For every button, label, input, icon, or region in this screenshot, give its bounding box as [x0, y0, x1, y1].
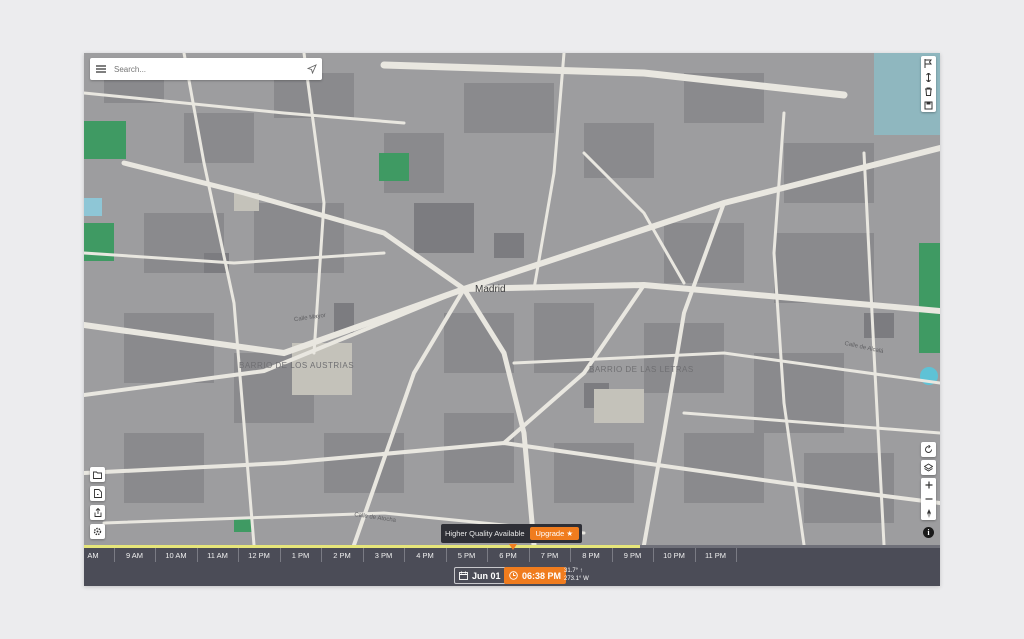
night-bar	[640, 545, 940, 548]
date-picker[interactable]: Jun 01	[454, 567, 506, 584]
menu-icon[interactable]	[90, 58, 112, 80]
timeline-tick	[528, 548, 530, 562]
timeline-tick	[362, 548, 364, 562]
timeline-hour-label[interactable]: 2 PM	[333, 551, 351, 560]
bottom-panel: Jun 01 06:38 PM 31.7° ↑ 273.1° W	[84, 565, 940, 586]
timeline-hour-label[interactable]: AM	[87, 551, 98, 560]
layers-icon[interactable]	[921, 460, 936, 475]
timeline-hour-label[interactable]: 5 PM	[458, 551, 476, 560]
timeline-tick	[321, 548, 323, 562]
timeline-hour-label[interactable]: 8 PM	[582, 551, 600, 560]
rotate-icon[interactable]	[921, 442, 936, 457]
file-export-icon[interactable]	[90, 486, 105, 501]
timeline-hour-label[interactable]: 12 PM	[248, 551, 270, 560]
bottom-left-toolbar	[90, 467, 105, 539]
district-label: BARRIO DE LOS AUSTRIAS	[239, 361, 355, 370]
settings-icon[interactable]	[90, 524, 105, 539]
timeline[interactable]: AM 9 AM 10 AM 11 AM 12 PM 1 PM 2 PM 3 PM 4 PM 5 P…	[84, 544, 940, 565]
timeline-hour-label[interactable]: 4 PM	[416, 551, 434, 560]
sun-elevation: 31.7° ↑	[564, 568, 583, 574]
time-marker[interactable]	[509, 544, 517, 550]
quality-banner-text: Higher Quality Available	[445, 529, 525, 538]
trash-icon[interactable]	[921, 84, 936, 98]
timeline-tick	[694, 548, 696, 562]
timeline-hour-label[interactable]: 7 PM	[541, 551, 559, 560]
timeline-hour-label[interactable]: 11 PM	[705, 551, 726, 560]
timeline-hour-label[interactable]: 10 PM	[663, 551, 685, 560]
district-label: BARRIO DE LAS LETRAS	[589, 365, 694, 374]
timeline-hour-label[interactable]: 10 AM	[165, 551, 186, 560]
sun-position: 31.7° ↑ 273.1° W	[564, 567, 589, 583]
clock-icon	[509, 571, 518, 580]
timeline-tick	[570, 548, 572, 562]
time-picker[interactable]: 06:38 PM	[504, 567, 567, 584]
share-icon[interactable]	[90, 505, 105, 520]
zoom-out-icon[interactable]	[921, 492, 936, 506]
timeline-tick	[238, 548, 240, 562]
time-value: 06:38 PM	[522, 570, 562, 581]
city-label: Madrid	[475, 284, 506, 295]
timeline-hour-label[interactable]: 1 PM	[292, 551, 310, 560]
timeline-tick	[736, 548, 738, 562]
search-bar	[90, 58, 322, 80]
timeline-tick	[611, 548, 613, 562]
timeline-tick	[155, 548, 157, 562]
zoom-in-icon[interactable]	[921, 478, 936, 492]
timeline-tick	[113, 548, 115, 562]
timeline-hour-label[interactable]: 6 PM	[499, 551, 517, 560]
timeline-tick	[279, 548, 281, 562]
app-window: Madrid BARRIO DE LOS AUSTRIAS BARRIO DE …	[84, 53, 940, 586]
date-value: Jun 01	[472, 570, 501, 581]
zoom-controls	[921, 478, 936, 520]
folder-icon[interactable]	[90, 467, 105, 482]
top-right-toolbar	[921, 56, 936, 112]
bottom-right-toolbar	[921, 442, 936, 520]
map-base	[84, 53, 940, 545]
info-icon[interactable]: i	[923, 527, 934, 538]
send-icon[interactable]	[302, 58, 322, 80]
timeline-hour-label[interactable]: 9 AM	[126, 551, 143, 560]
compass-icon[interactable]	[921, 506, 936, 520]
timeline-tick	[653, 548, 655, 562]
height-icon[interactable]	[921, 70, 936, 84]
quality-banner: Higher Quality Available Upgrade ★	[441, 524, 583, 543]
calendar-icon	[459, 571, 468, 580]
upgrade-button[interactable]: Upgrade ★	[529, 527, 580, 540]
map-canvas[interactable]: Madrid BARRIO DE LOS AUSTRIAS BARRIO DE …	[84, 53, 940, 545]
timeline-hour-label[interactable]: 11 AM	[207, 551, 228, 560]
search-input[interactable]	[112, 63, 302, 75]
timeline-tick	[445, 548, 447, 562]
sun-azimuth: 273.1° W	[564, 576, 589, 582]
timeline-hour-label[interactable]: 3 PM	[375, 551, 393, 560]
timeline-tick	[487, 548, 489, 562]
timeline-tick	[404, 548, 406, 562]
save-icon[interactable]	[921, 98, 936, 112]
timeline-hour-label[interactable]: 9 PM	[624, 551, 642, 560]
flag-icon[interactable]	[921, 56, 936, 70]
timeline-tick	[196, 548, 198, 562]
